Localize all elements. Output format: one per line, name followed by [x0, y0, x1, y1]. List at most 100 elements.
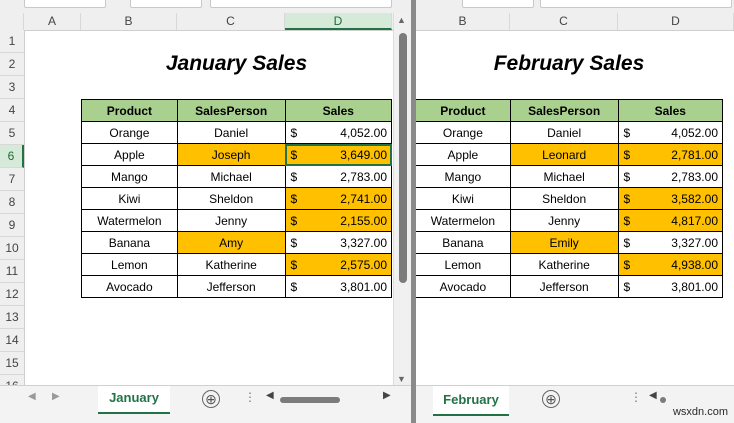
header-product[interactable]: Product	[81, 99, 178, 122]
product-cell[interactable]: Mango	[416, 165, 511, 188]
formula-box-right[interactable]	[462, 0, 534, 8]
sales-cell[interactable]: $2,781.00	[617, 143, 724, 166]
scroll-right-arrow-icon[interactable]: ▶	[383, 390, 391, 401]
sales-cell[interactable]: $4,052.00	[617, 121, 724, 144]
product-cell[interactable]: Apple	[81, 143, 178, 166]
row-header-14[interactable]: 14	[0, 329, 24, 352]
sales-cell[interactable]: $3,327.00	[284, 231, 393, 254]
formula-bar[interactable]	[210, 0, 392, 8]
row-header-3[interactable]: 3	[0, 76, 24, 99]
salesperson-cell[interactable]: Katherine	[176, 253, 286, 276]
sales-cell[interactable]: $3,582.00	[617, 187, 724, 210]
column-header-c[interactable]: C	[177, 13, 285, 30]
row-header-9[interactable]: 9	[0, 214, 24, 237]
product-cell[interactable]: Watermelon	[416, 209, 511, 232]
product-cell[interactable]: Kiwi	[416, 187, 511, 210]
row-header-7[interactable]: 7	[0, 168, 24, 191]
february-title: February Sales	[493, 52, 645, 75]
sheet-tab-january[interactable]: January	[98, 386, 170, 414]
salesperson-cell[interactable]: Jenny	[509, 209, 619, 232]
header-sales[interactable]: Sales	[617, 99, 724, 122]
select-all-corner[interactable]	[0, 13, 24, 30]
salesperson-cell[interactable]: Amy	[176, 231, 286, 254]
salesperson-cell[interactable]: Sheldon	[509, 187, 619, 210]
row-header-1[interactable]: 1	[0, 30, 24, 53]
next-sheet-icon[interactable]: ▶	[52, 391, 60, 402]
row-header-4[interactable]: 4	[0, 99, 24, 122]
header-salesperson[interactable]: SalesPerson	[509, 99, 619, 122]
product-cell[interactable]: Apple	[416, 143, 511, 166]
salesperson-cell[interactable]: Joseph	[176, 143, 286, 166]
name-box[interactable]	[24, 0, 106, 8]
vertical-scroll-thumb[interactable]	[399, 33, 407, 283]
product-cell[interactable]: Banana	[81, 231, 178, 254]
product-cell[interactable]: Avocado	[416, 275, 511, 298]
add-sheet-icon[interactable]: ⊕	[542, 390, 560, 408]
product-cell[interactable]: Watermelon	[81, 209, 178, 232]
product-cell[interactable]: Orange	[81, 121, 178, 144]
column-header-b-right[interactable]: B	[416, 13, 510, 30]
product-cell[interactable]: Avocado	[81, 275, 178, 298]
column-header-b[interactable]: B	[81, 13, 177, 30]
salesperson-cell[interactable]: Jefferson	[176, 275, 286, 298]
product-cell[interactable]: Lemon	[416, 253, 511, 276]
sales-cell[interactable]: $2,575.00	[284, 253, 393, 276]
column-header-d-right[interactable]: D	[618, 13, 734, 30]
sales-cell[interactable]: $3,649.00	[284, 143, 393, 166]
scroll-left-arrow-icon[interactable]: ◀	[266, 390, 274, 401]
header-salesperson[interactable]: SalesPerson	[176, 99, 286, 122]
sales-cell[interactable]: $2,741.00	[284, 187, 393, 210]
row-header-6[interactable]: 6	[0, 145, 24, 168]
column-header-d[interactable]: D	[285, 13, 392, 30]
scroll-down-arrow-icon[interactable]: ▼	[397, 374, 406, 384]
sales-cell[interactable]: $4,052.00	[284, 121, 393, 144]
sales-cell[interactable]: $2,155.00	[284, 209, 393, 232]
column-header-a[interactable]: A	[24, 13, 81, 30]
salesperson-cell[interactable]: Daniel	[176, 121, 286, 144]
more-options-icon[interactable]: ⋮	[630, 390, 642, 404]
salesperson-cell[interactable]: Katherine	[509, 253, 619, 276]
salesperson-cell[interactable]: Sheldon	[176, 187, 286, 210]
sales-cell[interactable]: $4,938.00	[617, 253, 724, 276]
product-cell[interactable]: Orange	[416, 121, 511, 144]
prev-sheet-icon[interactable]: ◀	[28, 391, 36, 402]
header-product[interactable]: Product	[416, 99, 511, 122]
product-cell[interactable]: Kiwi	[81, 187, 178, 210]
more-options-icon[interactable]: ⋮	[244, 390, 256, 404]
horizontal-scroll-thumb[interactable]	[660, 397, 666, 403]
header-sales[interactable]: Sales	[284, 99, 393, 122]
row-header-5[interactable]: 5	[0, 122, 24, 145]
sales-cell[interactable]: $2,783.00	[617, 165, 724, 188]
row-header-13[interactable]: 13	[0, 306, 24, 329]
column-header-c-right[interactable]: C	[510, 13, 618, 30]
row-header-2[interactable]: 2	[0, 53, 24, 76]
row-header-11[interactable]: 11	[0, 260, 24, 283]
sales-cell[interactable]: $2,783.00	[284, 165, 393, 188]
salesperson-cell[interactable]: Leonard	[509, 143, 619, 166]
row-header-15[interactable]: 15	[0, 352, 24, 375]
salesperson-cell[interactable]: Daniel	[509, 121, 619, 144]
row-header-8[interactable]: 8	[0, 191, 24, 214]
sales-cell[interactable]: $4,817.00	[617, 209, 724, 232]
sales-cell[interactable]: $3,801.00	[617, 275, 724, 298]
scroll-left-arrow-icon[interactable]: ◀	[649, 390, 657, 401]
scroll-up-arrow-icon[interactable]: ▲	[397, 15, 406, 25]
formula-box[interactable]	[130, 0, 202, 8]
sales-cell[interactable]: $3,801.00	[284, 275, 393, 298]
formula-bar-right[interactable]	[540, 0, 732, 8]
row-header-10[interactable]: 10	[0, 237, 24, 260]
product-cell[interactable]: Mango	[81, 165, 178, 188]
salesperson-cell[interactable]: Jefferson	[509, 275, 619, 298]
horizontal-scroll-thumb[interactable]	[280, 397, 340, 403]
vertical-scrollbar[interactable]: ▲ ▼	[393, 13, 411, 386]
sheet-tab-february[interactable]: February	[433, 386, 509, 416]
salesperson-cell[interactable]: Emily	[509, 231, 619, 254]
product-cell[interactable]: Banana	[416, 231, 511, 254]
salesperson-cell[interactable]: Michael	[509, 165, 619, 188]
sales-cell[interactable]: $3,327.00	[617, 231, 724, 254]
salesperson-cell[interactable]: Jenny	[176, 209, 286, 232]
salesperson-cell[interactable]: Michael	[176, 165, 286, 188]
product-cell[interactable]: Lemon	[81, 253, 178, 276]
add-sheet-icon[interactable]: ⊕	[202, 390, 220, 408]
row-header-12[interactable]: 12	[0, 283, 24, 306]
